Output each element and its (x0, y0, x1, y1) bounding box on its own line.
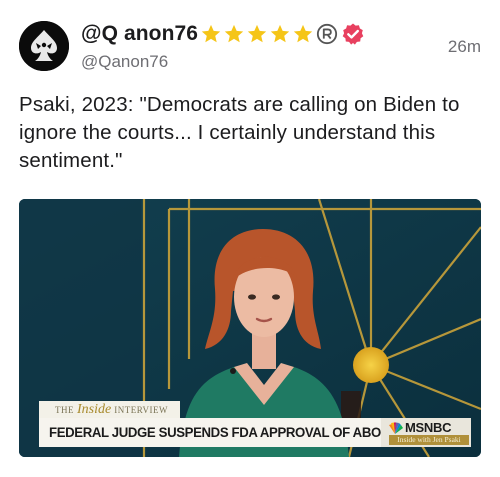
segment-title: THE Inside INTERVIEW (39, 401, 180, 418)
chyron: THE Inside INTERVIEW FEDERAL JUDGE SUSPE… (39, 401, 471, 447)
registered-mark-icon (316, 23, 338, 45)
segment-interview: INTERVIEW (114, 404, 168, 415)
show-name: Inside with Jen Psaki (389, 435, 469, 445)
post-timestamp[interactable]: 26m (448, 37, 481, 57)
star-badges (200, 23, 315, 45)
segment-the: THE (55, 404, 74, 415)
star-icon (270, 24, 290, 43)
avatar[interactable] (19, 21, 69, 71)
post-header: @Q anon76 @Qanon76 26m (19, 17, 481, 77)
headline-bar: FEDERAL JUDGE SUSPENDS FDA APPROVAL OF A… (39, 418, 451, 447)
post-video-still[interactable]: THE Inside INTERVIEW FEDERAL JUDGE SUSPE… (19, 199, 481, 457)
star-icon (247, 24, 267, 43)
display-name[interactable]: @Q anon76 (81, 22, 198, 46)
spade-eagle-icon (19, 21, 69, 71)
star-icon (201, 24, 221, 43)
network-box: MSNBC Inside with Jen Psaki (381, 418, 471, 447)
verified-badge-icon (342, 23, 364, 45)
star-icon (293, 24, 313, 43)
author-names: @Q anon76 @Qanon76 (81, 21, 365, 72)
network-name: MSNBC (405, 420, 452, 435)
star-icon (224, 24, 244, 43)
network-logo: MSNBC (387, 420, 451, 435)
author-handle[interactable]: @Qanon76 (81, 52, 365, 72)
peacock-icon (389, 422, 403, 434)
post-body: Psaki, 2023: "Democrats are calling on B… (19, 93, 460, 172)
display-name-row: @Q anon76 (81, 21, 365, 47)
segment-inside: Inside (77, 401, 112, 417)
